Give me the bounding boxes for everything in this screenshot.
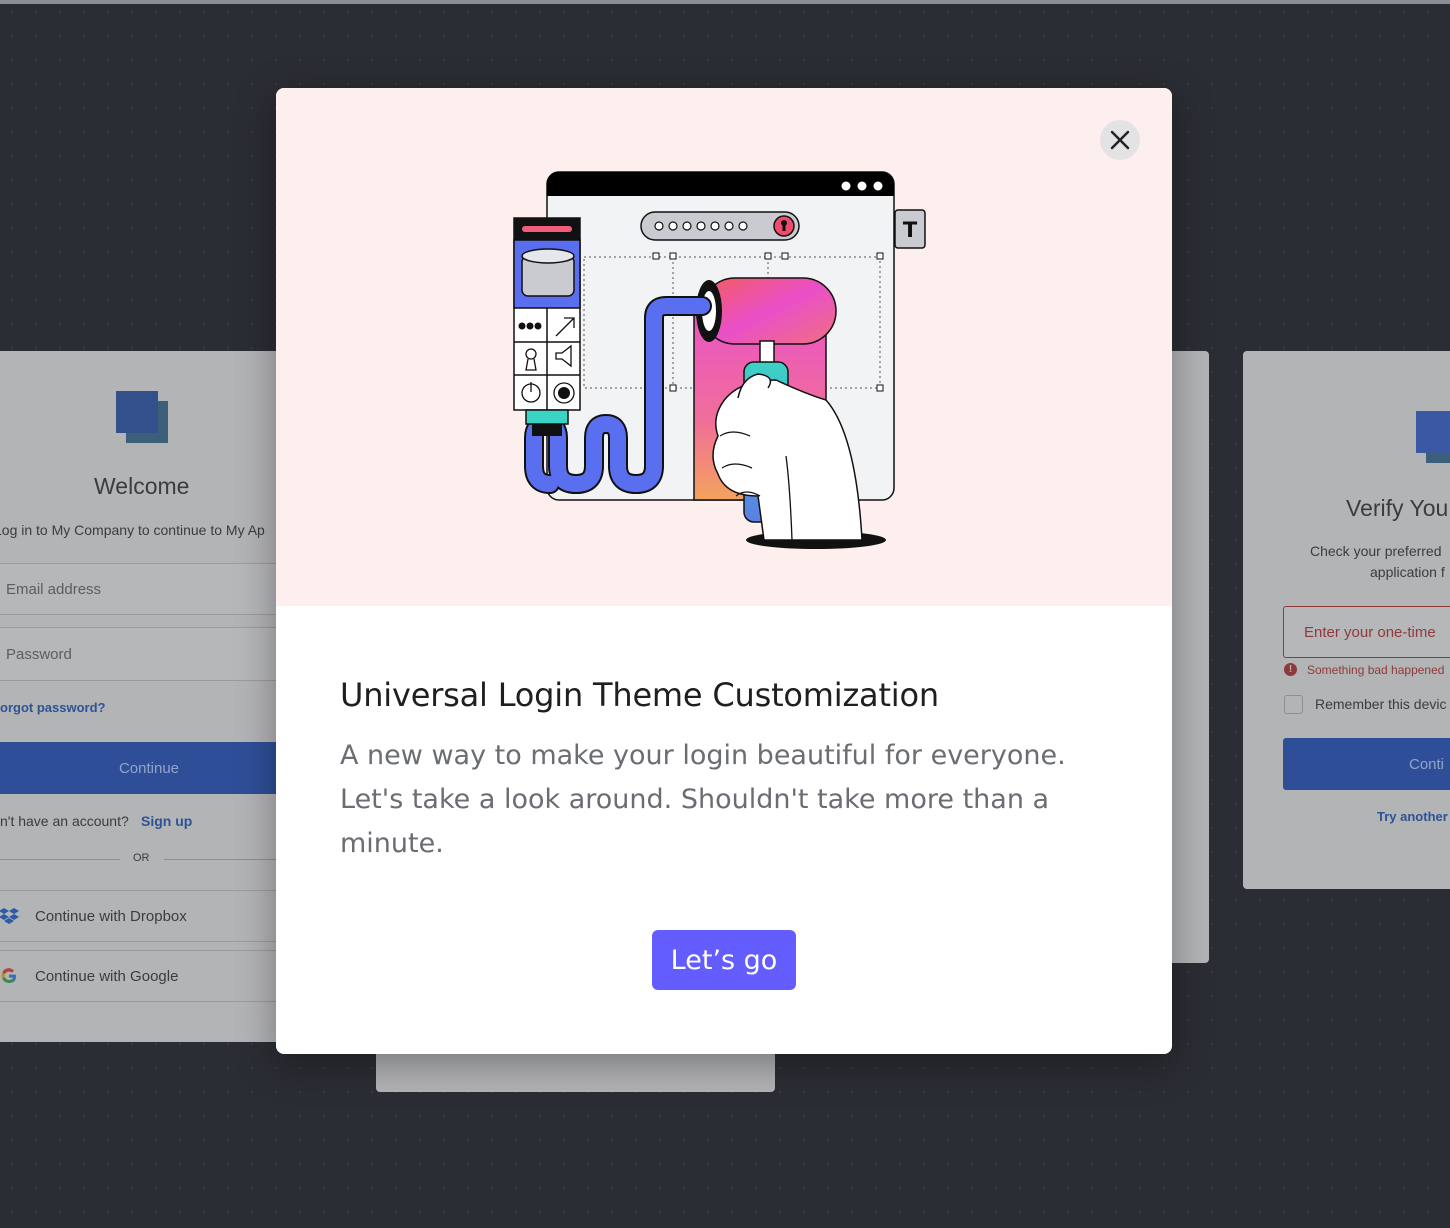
continue-button[interactable]: Continue [0,742,294,794]
continue-with-dropbox-button[interactable]: Continue with Dropbox [0,890,294,942]
login-card: Welcome Log in to My Company to continue… [0,351,294,1042]
one-time-code-placeholder: Enter your one-time [1304,623,1436,641]
one-time-code-field[interactable]: Enter your one-time [1283,606,1450,658]
or-divider-left [0,859,120,860]
verify-title: Verify You [1346,495,1449,521]
forgot-password-link[interactable]: orgot password? [0,700,105,715]
svg-text:T: T [903,218,918,242]
error-text: Something bad happened [1307,663,1445,677]
continue-with-google-button[interactable]: Continue with Google [0,950,294,1002]
login-title: Welcome [94,473,190,499]
password-field[interactable]: Password [0,627,294,681]
email-placeholder: Email address [6,580,102,598]
close-icon [1110,130,1130,150]
verify-continue-button[interactable]: Conti [1283,738,1450,790]
email-field[interactable]: Email address [0,563,294,615]
window-top-strip [0,0,1450,4]
password-placeholder: Password [6,645,72,663]
google-icon [1,968,16,983]
close-button[interactable] [1100,120,1140,160]
remember-device-label: Remember this devic [1315,696,1447,712]
onboarding-modal: T Universal Login Theme Customization A … [276,88,1172,1054]
try-another-link[interactable]: Try another [1377,809,1448,824]
remember-device-checkbox[interactable] [1284,695,1303,714]
verify-text-line2: application f [1370,564,1445,580]
theme-customization-illustration: T [513,171,926,549]
modal-title: Universal Login Theme Customization [340,676,939,714]
verify-text-line1: Check your preferred [1310,543,1442,559]
verify-card: Verify You Check your preferred applicat… [1243,351,1450,889]
dropbox-label: Continue with Dropbox [35,907,187,925]
modal-hero: T [276,88,1172,606]
dropbox-icon [0,908,19,924]
login-subtitle: Log in to My Company to continue to My A… [0,522,265,538]
or-divider-right [164,859,294,860]
google-label: Continue with Google [35,967,179,985]
signup-link[interactable]: Sign up [141,813,192,829]
no-account-text: n't have an account? [0,813,129,829]
lets-go-button[interactable]: Let’s go [652,930,796,990]
or-label: OR [133,852,150,864]
error-icon: ! [1284,663,1297,676]
modal-body-text: A new way to make your login beautiful f… [340,740,1066,859]
